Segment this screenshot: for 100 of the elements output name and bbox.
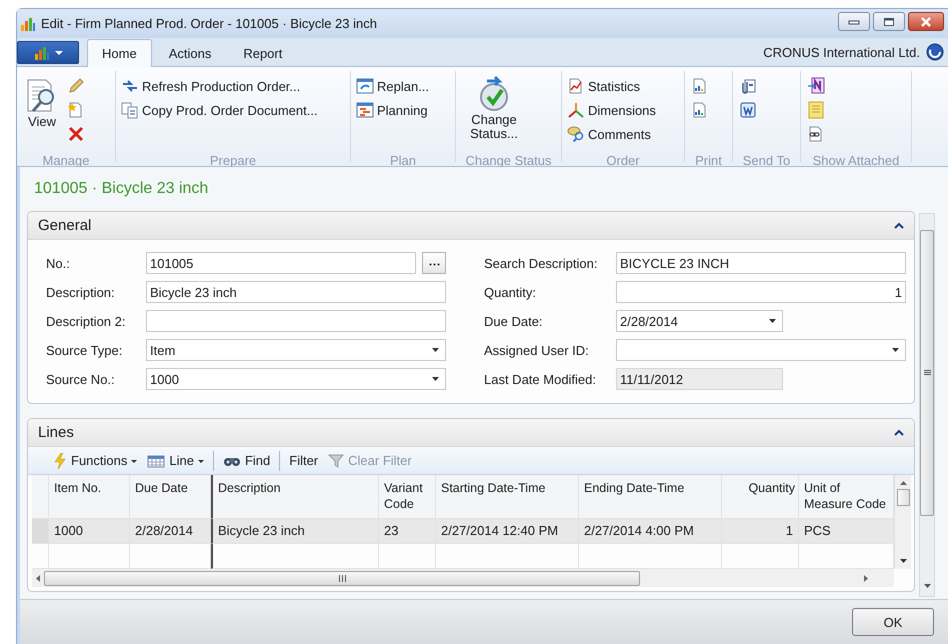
ribbon-button[interactable]: Refresh Production Order...: [121, 75, 318, 97]
toolbar-button[interactable]: Line: [142, 448, 209, 472]
app-logo-icon: [34, 44, 50, 60]
scrollbar-thumb[interactable]: [44, 570, 640, 586]
section-title: Lines: [38, 424, 75, 441]
restore-button[interactable]: [873, 12, 905, 31]
ribbon-button[interactable]: View: [22, 75, 62, 151]
field-label: Search Description:: [484, 256, 598, 270]
field-label: Assigned User ID:: [484, 342, 590, 358]
scroll-arrow-icon: [900, 481, 906, 485]
caret-icon: [198, 459, 204, 462]
table-cell: 2/28/2014: [130, 519, 211, 544]
document-icon: [739, 101, 757, 119]
column-header[interactable]: Due Date: [130, 475, 211, 519]
minimize-button[interactable]: [838, 12, 870, 31]
toolbar-button[interactable]: Find: [218, 448, 276, 472]
table-cell: 1: [722, 519, 799, 544]
three-axes-icon: [567, 101, 585, 119]
header-corner: [32, 475, 49, 519]
ribbon-button[interactable]: Change Status...: [461, 75, 527, 151]
ribbon-button[interactable]: Comments: [567, 123, 656, 145]
text-field[interactable]: BICYCLE 23 INCH: [616, 252, 906, 274]
field-label: Quantity:: [484, 284, 538, 300]
close-icon: [920, 16, 932, 26]
ellipsis-icon: [428, 262, 440, 264]
field-label: Source Type:: [46, 342, 124, 358]
copy-document-icon: [121, 101, 139, 119]
page-heading: 101005 · Bicycle 23 inch: [33, 179, 210, 197]
column-header[interactable]: Quantity: [722, 475, 799, 519]
group-label: Send To: [742, 153, 792, 168]
pencil-icon: [67, 77, 85, 95]
ribbon-tab[interactable]: Home: [87, 39, 152, 67]
notebook-icon: [807, 77, 825, 95]
caret-icon: [892, 348, 899, 352]
toolbar-button[interactable]: Filter: [284, 448, 324, 472]
group-label: Order: [605, 153, 641, 168]
scroll-arrow-icon: [900, 559, 906, 563]
delete-icon: [67, 125, 85, 143]
scrollbar-thumb[interactable]: [896, 489, 910, 506]
column-header[interactable]: Item No.: [49, 475, 130, 519]
dropdown-field[interactable]: Item: [146, 339, 446, 361]
close-button[interactable]: [908, 12, 944, 31]
table-cell: 23: [379, 519, 436, 544]
field-label: No.:: [46, 256, 71, 270]
ribbon-button[interactable]: Statistics: [567, 75, 656, 97]
funnel-icon: [328, 452, 344, 468]
vertical-scrollbar[interactable]: [919, 213, 935, 597]
group-label: Show Attached: [812, 153, 900, 168]
globe-check-icon: [477, 75, 511, 113]
text-field[interactable]: Bicycle 23 inch: [146, 281, 446, 303]
column-header[interactable]: Description: [211, 475, 379, 519]
table-cell: 2/27/2014 4:00 PM: [579, 519, 722, 544]
horizontal-scrollbar[interactable]: [32, 569, 894, 587]
table-row[interactable]: 1000 2/28/2014 Bicycle 23 inch 23 2/27/2014 12:40 PM 2/27/2014 4:00 PM 1 PCS: [32, 519, 894, 544]
planning-grid-icon: [356, 101, 374, 119]
caret-icon: [131, 459, 138, 462]
readonly-field[interactable]: 11/11/2012: [616, 368, 783, 390]
text-field[interactable]: 101005: [146, 252, 416, 274]
group-label: Prepare: [208, 153, 258, 168]
scroll-arrow-icon: [924, 584, 930, 588]
dropdown-field[interactable]: [616, 339, 906, 361]
text-field[interactable]: [146, 310, 446, 332]
ok-button[interactable]: OK: [852, 608, 934, 636]
text-field[interactable]: 1: [616, 281, 906, 303]
chevron-icon[interactable]: [894, 428, 904, 436]
caret-icon: [54, 50, 62, 54]
section-title: General: [38, 217, 92, 234]
field-label: Description 2:: [46, 314, 126, 328]
ribbon-button[interactable]: Dimensions: [567, 99, 656, 121]
column-header[interactable]: Starting Date-Time: [436, 475, 579, 519]
field-label: Description:: [46, 284, 116, 300]
lightning-icon: [53, 452, 67, 468]
vertical-scrollbar[interactable]: [894, 475, 911, 569]
field-label: Source No.:: [46, 372, 116, 386]
dropdown-field[interactable]: 1000: [146, 368, 446, 390]
table-cell: 1000: [49, 519, 130, 544]
field-label: Due Date:: [484, 314, 544, 328]
chevron-icon[interactable]: [894, 222, 904, 230]
ribbon-tab[interactable]: Actions: [154, 39, 226, 66]
field-label: Last Date Modified:: [484, 372, 598, 386]
group-label: Change Status: [464, 153, 552, 168]
ribbon-button[interactable]: Planning: [356, 99, 430, 121]
toolbar-button[interactable]: Functions: [48, 448, 142, 472]
column-header[interactable]: Ending Date-Time: [579, 475, 722, 519]
table-cell: 2/27/2014 12:40 PM: [436, 519, 579, 544]
ribbon-button[interactable]: Replan...: [356, 75, 430, 97]
app-menu-button[interactable]: [17, 41, 79, 64]
scrollbar-thumb[interactable]: [920, 230, 934, 516]
scroll-arrow-icon: [36, 574, 40, 582]
grid-icon: [147, 454, 166, 468]
window-title: Edit - Firm Planned Prod. Order - 101005 · Bicycle 23 inch: [41, 16, 378, 31]
group-label: Print: [694, 153, 723, 168]
group-label: Plan: [388, 153, 418, 168]
ribbon-tab[interactable]: Report: [228, 39, 298, 66]
column-header[interactable]: Variant Code: [379, 475, 436, 519]
table-cell: Bicycle 23 inch: [211, 519, 379, 544]
dropdown-field[interactable]: 2/28/2014: [616, 310, 783, 332]
help-icon: [926, 43, 944, 61]
ribbon-button[interactable]: Copy Prod. Order Document...: [121, 99, 318, 121]
column-header[interactable]: Unit of Measure Code: [799, 475, 894, 519]
